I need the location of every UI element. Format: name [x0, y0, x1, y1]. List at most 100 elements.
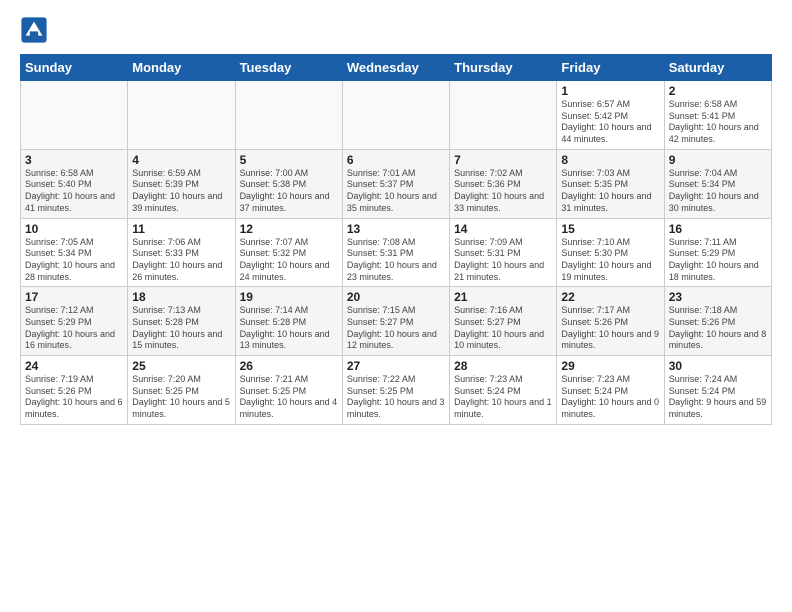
day-info: Sunrise: 7:20 AM Sunset: 5:25 PM Dayligh… — [132, 374, 230, 421]
day-number: 5 — [240, 153, 338, 167]
day-number: 6 — [347, 153, 445, 167]
day-cell: 24Sunrise: 7:19 AM Sunset: 5:26 PM Dayli… — [21, 356, 128, 425]
day-info: Sunrise: 7:19 AM Sunset: 5:26 PM Dayligh… — [25, 374, 123, 421]
day-info: Sunrise: 6:59 AM Sunset: 5:39 PM Dayligh… — [132, 168, 230, 215]
day-number: 14 — [454, 222, 552, 236]
col-header-saturday: Saturday — [664, 55, 771, 81]
day-cell — [128, 81, 235, 150]
day-number: 22 — [561, 290, 659, 304]
day-info: Sunrise: 7:08 AM Sunset: 5:31 PM Dayligh… — [347, 237, 445, 284]
day-info: Sunrise: 7:21 AM Sunset: 5:25 PM Dayligh… — [240, 374, 338, 421]
day-cell: 1Sunrise: 6:57 AM Sunset: 5:42 PM Daylig… — [557, 81, 664, 150]
day-number: 8 — [561, 153, 659, 167]
day-number: 10 — [25, 222, 123, 236]
day-cell: 14Sunrise: 7:09 AM Sunset: 5:31 PM Dayli… — [450, 218, 557, 287]
day-cell: 29Sunrise: 7:23 AM Sunset: 5:24 PM Dayli… — [557, 356, 664, 425]
day-number: 18 — [132, 290, 230, 304]
week-row-5: 24Sunrise: 7:19 AM Sunset: 5:26 PM Dayli… — [21, 356, 772, 425]
day-number: 24 — [25, 359, 123, 373]
day-cell: 4Sunrise: 6:59 AM Sunset: 5:39 PM Daylig… — [128, 149, 235, 218]
day-info: Sunrise: 7:10 AM Sunset: 5:30 PM Dayligh… — [561, 237, 659, 284]
day-cell: 13Sunrise: 7:08 AM Sunset: 5:31 PM Dayli… — [342, 218, 449, 287]
week-row-4: 17Sunrise: 7:12 AM Sunset: 5:29 PM Dayli… — [21, 287, 772, 356]
week-row-1: 1Sunrise: 6:57 AM Sunset: 5:42 PM Daylig… — [21, 81, 772, 150]
day-cell: 11Sunrise: 7:06 AM Sunset: 5:33 PM Dayli… — [128, 218, 235, 287]
day-cell — [21, 81, 128, 150]
day-info: Sunrise: 7:16 AM Sunset: 5:27 PM Dayligh… — [454, 305, 552, 352]
col-header-wednesday: Wednesday — [342, 55, 449, 81]
page: SundayMondayTuesdayWednesdayThursdayFrid… — [0, 0, 792, 612]
day-cell: 15Sunrise: 7:10 AM Sunset: 5:30 PM Dayli… — [557, 218, 664, 287]
day-info: Sunrise: 7:05 AM Sunset: 5:34 PM Dayligh… — [25, 237, 123, 284]
day-number: 30 — [669, 359, 767, 373]
day-cell: 19Sunrise: 7:14 AM Sunset: 5:28 PM Dayli… — [235, 287, 342, 356]
day-info: Sunrise: 7:14 AM Sunset: 5:28 PM Dayligh… — [240, 305, 338, 352]
day-number: 29 — [561, 359, 659, 373]
day-number: 11 — [132, 222, 230, 236]
day-info: Sunrise: 7:23 AM Sunset: 5:24 PM Dayligh… — [561, 374, 659, 421]
day-number: 13 — [347, 222, 445, 236]
day-cell: 23Sunrise: 7:18 AM Sunset: 5:26 PM Dayli… — [664, 287, 771, 356]
day-number: 4 — [132, 153, 230, 167]
day-number: 23 — [669, 290, 767, 304]
col-header-friday: Friday — [557, 55, 664, 81]
col-header-thursday: Thursday — [450, 55, 557, 81]
header — [20, 16, 772, 44]
day-cell: 10Sunrise: 7:05 AM Sunset: 5:34 PM Dayli… — [21, 218, 128, 287]
day-cell: 25Sunrise: 7:20 AM Sunset: 5:25 PM Dayli… — [128, 356, 235, 425]
day-info: Sunrise: 7:24 AM Sunset: 5:24 PM Dayligh… — [669, 374, 767, 421]
day-number: 16 — [669, 222, 767, 236]
day-cell: 26Sunrise: 7:21 AM Sunset: 5:25 PM Dayli… — [235, 356, 342, 425]
day-number: 9 — [669, 153, 767, 167]
day-info: Sunrise: 7:11 AM Sunset: 5:29 PM Dayligh… — [669, 237, 767, 284]
week-row-2: 3Sunrise: 6:58 AM Sunset: 5:40 PM Daylig… — [21, 149, 772, 218]
day-info: Sunrise: 7:07 AM Sunset: 5:32 PM Dayligh… — [240, 237, 338, 284]
day-info: Sunrise: 7:00 AM Sunset: 5:38 PM Dayligh… — [240, 168, 338, 215]
day-cell: 9Sunrise: 7:04 AM Sunset: 5:34 PM Daylig… — [664, 149, 771, 218]
day-cell: 17Sunrise: 7:12 AM Sunset: 5:29 PM Dayli… — [21, 287, 128, 356]
day-info: Sunrise: 7:18 AM Sunset: 5:26 PM Dayligh… — [669, 305, 767, 352]
day-cell: 22Sunrise: 7:17 AM Sunset: 5:26 PM Dayli… — [557, 287, 664, 356]
day-number: 25 — [132, 359, 230, 373]
day-info: Sunrise: 7:15 AM Sunset: 5:27 PM Dayligh… — [347, 305, 445, 352]
day-number: 15 — [561, 222, 659, 236]
day-cell: 20Sunrise: 7:15 AM Sunset: 5:27 PM Dayli… — [342, 287, 449, 356]
day-cell — [450, 81, 557, 150]
day-info: Sunrise: 6:57 AM Sunset: 5:42 PM Dayligh… — [561, 99, 659, 146]
day-cell: 30Sunrise: 7:24 AM Sunset: 5:24 PM Dayli… — [664, 356, 771, 425]
day-cell: 3Sunrise: 6:58 AM Sunset: 5:40 PM Daylig… — [21, 149, 128, 218]
day-number: 19 — [240, 290, 338, 304]
day-cell: 7Sunrise: 7:02 AM Sunset: 5:36 PM Daylig… — [450, 149, 557, 218]
day-cell: 16Sunrise: 7:11 AM Sunset: 5:29 PM Dayli… — [664, 218, 771, 287]
day-number: 7 — [454, 153, 552, 167]
day-number: 21 — [454, 290, 552, 304]
col-header-sunday: Sunday — [21, 55, 128, 81]
day-info: Sunrise: 7:12 AM Sunset: 5:29 PM Dayligh… — [25, 305, 123, 352]
day-cell — [342, 81, 449, 150]
day-info: Sunrise: 7:23 AM Sunset: 5:24 PM Dayligh… — [454, 374, 552, 421]
day-number: 12 — [240, 222, 338, 236]
day-cell: 12Sunrise: 7:07 AM Sunset: 5:32 PM Dayli… — [235, 218, 342, 287]
day-info: Sunrise: 7:09 AM Sunset: 5:31 PM Dayligh… — [454, 237, 552, 284]
day-number: 28 — [454, 359, 552, 373]
day-number: 1 — [561, 84, 659, 98]
day-info: Sunrise: 7:13 AM Sunset: 5:28 PM Dayligh… — [132, 305, 230, 352]
day-info: Sunrise: 6:58 AM Sunset: 5:40 PM Dayligh… — [25, 168, 123, 215]
day-number: 26 — [240, 359, 338, 373]
day-number: 2 — [669, 84, 767, 98]
day-cell: 8Sunrise: 7:03 AM Sunset: 5:35 PM Daylig… — [557, 149, 664, 218]
header-row: SundayMondayTuesdayWednesdayThursdayFrid… — [21, 55, 772, 81]
day-cell: 21Sunrise: 7:16 AM Sunset: 5:27 PM Dayli… — [450, 287, 557, 356]
logo — [20, 16, 52, 44]
day-number: 3 — [25, 153, 123, 167]
day-cell: 28Sunrise: 7:23 AM Sunset: 5:24 PM Dayli… — [450, 356, 557, 425]
day-info: Sunrise: 6:58 AM Sunset: 5:41 PM Dayligh… — [669, 99, 767, 146]
day-info: Sunrise: 7:22 AM Sunset: 5:25 PM Dayligh… — [347, 374, 445, 421]
day-number: 27 — [347, 359, 445, 373]
day-cell: 27Sunrise: 7:22 AM Sunset: 5:25 PM Dayli… — [342, 356, 449, 425]
day-cell: 6Sunrise: 7:01 AM Sunset: 5:37 PM Daylig… — [342, 149, 449, 218]
day-info: Sunrise: 7:04 AM Sunset: 5:34 PM Dayligh… — [669, 168, 767, 215]
day-number: 17 — [25, 290, 123, 304]
day-cell: 5Sunrise: 7:00 AM Sunset: 5:38 PM Daylig… — [235, 149, 342, 218]
day-info: Sunrise: 7:17 AM Sunset: 5:26 PM Dayligh… — [561, 305, 659, 352]
